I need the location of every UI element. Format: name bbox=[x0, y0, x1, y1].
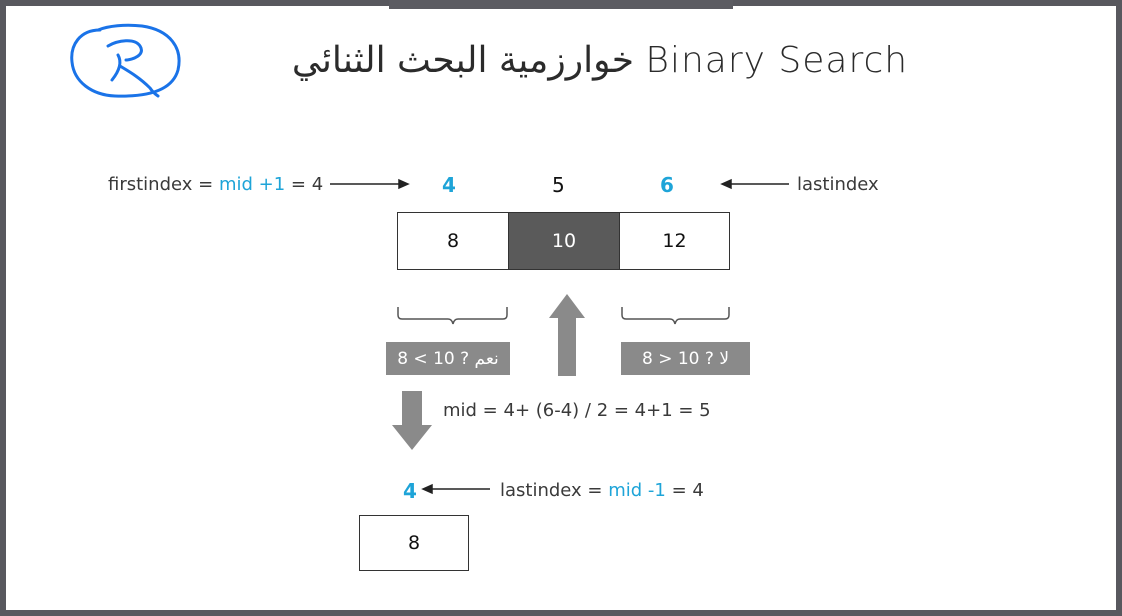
brace-right bbox=[621, 307, 730, 325]
index-label-right: 6 bbox=[660, 173, 674, 197]
array-cell-1-mid: 10 bbox=[508, 212, 620, 270]
arrow-to-first-index bbox=[330, 178, 410, 190]
index-label-left: 4 bbox=[442, 173, 456, 197]
lastindex-expression: mid -1 bbox=[608, 480, 666, 501]
lastindex-label: lastindex bbox=[797, 174, 879, 195]
comparison-right: 8 > 10 ? لا bbox=[621, 342, 750, 375]
result-cell: 8 bbox=[359, 515, 469, 571]
lastindex-prefix: lastindex = bbox=[500, 480, 609, 501]
down-arrow-icon bbox=[392, 391, 432, 450]
firstindex-equation: firstindex = mid +1 = 4 bbox=[108, 174, 323, 195]
firstindex-expression: mid +1 bbox=[218, 174, 286, 195]
result-index-label: 4 bbox=[403, 479, 417, 503]
lastindex-suffix: = 4 bbox=[665, 480, 704, 501]
arrow-to-result-index bbox=[421, 483, 490, 495]
index-label-mid: 5 bbox=[552, 173, 565, 197]
up-arrow-icon bbox=[549, 294, 585, 376]
array-cell-2: 12 bbox=[619, 212, 730, 270]
comparison-left: 8 < 10 ? نعم bbox=[386, 342, 510, 375]
array-cell-0: 8 bbox=[397, 212, 509, 270]
handwritten-scribble-icon bbox=[70, 23, 181, 98]
lastindex-equation: lastindex = mid -1 = 4 bbox=[500, 480, 704, 501]
mid-formula: mid = 4+ (6-4) / 2 = 4+1 = 5 bbox=[443, 400, 711, 421]
firstindex-prefix: firstindex = bbox=[108, 174, 219, 195]
firstindex-suffix: = 4 bbox=[285, 174, 324, 195]
arrow-to-last-index bbox=[720, 178, 789, 190]
diagram-canvas bbox=[70, 23, 789, 495]
brace-left bbox=[397, 307, 508, 325]
page-title: خوارزمية البحث الثنائي Binary Search bbox=[291, 40, 909, 81]
